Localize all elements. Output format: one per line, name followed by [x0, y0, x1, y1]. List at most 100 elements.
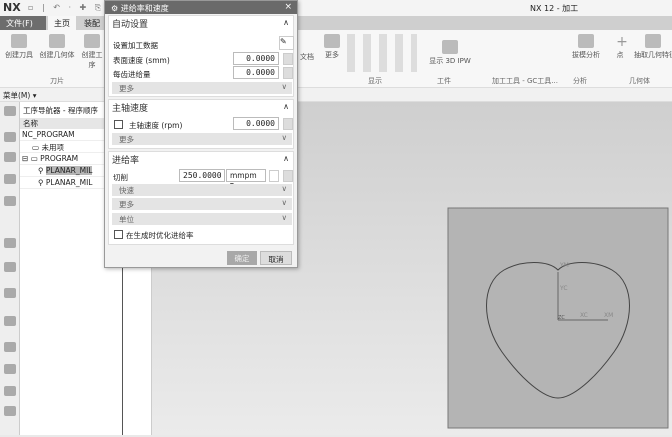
draft-analysis-button[interactable]: 拔模分析: [568, 34, 604, 60]
calculator-icon[interactable]: [283, 53, 293, 65]
dialog-title-bar[interactable]: ⚙ 进给率和速度 ×: [105, 1, 297, 14]
cut-label: 切削: [113, 173, 128, 182]
close-button[interactable]: ×: [284, 2, 292, 12]
method-view-icon[interactable]: [4, 196, 16, 206]
geometry-icon: [49, 34, 65, 48]
create-tool-button[interactable]: 创建刀具: [4, 34, 34, 60]
extract-icon: [645, 34, 661, 48]
resource-bar: [0, 102, 20, 435]
show-3d-ipw-button[interactable]: 显示 3D IPW: [415, 40, 485, 66]
machine-view-icon[interactable]: [4, 152, 16, 162]
role-icon[interactable]: [4, 386, 16, 396]
xm-label: XM: [604, 312, 613, 319]
xc-label: XC: [580, 312, 588, 319]
section-header[interactable]: 主轴速度: [112, 101, 148, 114]
optimize-feed-label: 在生成时优化进给率: [126, 231, 194, 240]
palette-icon[interactable]: [4, 316, 16, 326]
system-icon[interactable]: [4, 406, 16, 416]
chevron-down-icon: ∨: [281, 198, 288, 207]
set-data-label: 设置加工数据: [113, 41, 158, 50]
create-operation-button[interactable]: 创建工序: [80, 34, 104, 70]
label: 更多: [119, 135, 134, 144]
folder-icon: ▭: [30, 154, 38, 163]
section-header[interactable]: 自动设置: [112, 17, 148, 30]
chevron-up-icon[interactable]: ∧: [283, 18, 289, 27]
tab-home[interactable]: 主页: [48, 16, 76, 30]
label: 创建工序: [81, 51, 103, 69]
library-icon[interactable]: [4, 262, 16, 272]
surface-speed-label: 表面速度 (smm): [113, 56, 170, 65]
spindle-speed-input[interactable]: 0.0000: [233, 117, 279, 130]
collapse-icon[interactable]: ⊟: [22, 154, 28, 163]
row-label: PROGRAM: [40, 154, 79, 163]
group-workpiece: 工件: [437, 77, 451, 85]
chevron-down-icon: ∨: [281, 133, 288, 142]
settings-icon[interactable]: [4, 106, 16, 116]
geometry-view-icon[interactable]: [4, 174, 16, 184]
point-button[interactable]: + 点: [614, 34, 628, 60]
display-tools[interactable]: [347, 34, 417, 72]
units-expander[interactable]: 单位 ∨: [112, 213, 292, 225]
operation-icon: ⚲: [38, 178, 44, 187]
ribbon-tabs: 文件(F) 主页 装配: [0, 16, 672, 30]
pipette-icon[interactable]: ✎: [279, 36, 294, 50]
label: 抽取几何特征: [634, 51, 672, 59]
ym-label: YM: [559, 262, 569, 269]
more-expander[interactable]: 更多 ∨: [112, 133, 292, 145]
tab-assembly[interactable]: 装配: [78, 16, 106, 30]
yc-label: YC: [559, 285, 568, 292]
operation-icon: ⚲: [38, 166, 44, 175]
ok-button[interactable]: 确定: [227, 251, 257, 265]
chevron-down-icon: ∨: [281, 184, 288, 193]
label: 更多: [325, 51, 339, 59]
calculator-icon[interactable]: [283, 118, 293, 130]
tab-file[interactable]: 文件(F): [0, 16, 46, 30]
zc-label: ZC: [558, 315, 565, 321]
more-button[interactable]: 更多: [322, 34, 342, 60]
window-title: NX 12 - 加工: [530, 4, 579, 13]
chevron-up-icon[interactable]: ∧: [283, 102, 289, 111]
ipw-icon: [442, 40, 458, 54]
surface-speed-input[interactable]: 0.0000: [233, 52, 279, 65]
spindle-speed-label: 主轴速度 (rpm): [129, 121, 183, 130]
lock-icon[interactable]: [269, 170, 279, 182]
history-icon[interactable]: [4, 342, 16, 352]
extract-geometry-button[interactable]: 抽取几何特征: [634, 34, 672, 60]
calculator-icon[interactable]: [283, 67, 293, 79]
feed-rate-section: 进给率 ∧ 切削 250.0000 mmpm ▾ 快速 ∨ 更多 ∨ 单位 ∨ 在生成…: [108, 151, 294, 245]
label: 快速: [119, 186, 134, 195]
optimize-feed-checkbox[interactable]: [114, 230, 123, 239]
chevron-down-icon: ∨: [281, 82, 288, 91]
row-label: NC_PROGRAM: [22, 130, 75, 139]
spindle-speed-section: 主轴速度 ∧ 主轴速度 (rpm) 0.0000 更多 ∨: [108, 99, 294, 149]
label: 显示 3D IPW: [429, 57, 471, 65]
ribbon: 创建刀具 创建几何体 创建工序 文档 更多 显示 3D IPW 拔模分析 + 点 …: [0, 30, 672, 88]
section-header[interactable]: 进给率: [112, 153, 139, 166]
operation-icon: [84, 34, 100, 48]
plus-icon: +: [616, 34, 628, 50]
process-icon[interactable]: [4, 364, 16, 374]
more-expander[interactable]: 更多 ∨: [112, 198, 292, 210]
cancel-button[interactable]: 取消: [260, 251, 292, 265]
assembly-icon[interactable]: [4, 238, 16, 248]
group-analysis: 分析: [573, 77, 587, 85]
cut-feed-input[interactable]: 250.0000: [179, 169, 225, 182]
chevron-up-icon[interactable]: ∧: [283, 154, 289, 163]
program-view-icon[interactable]: [4, 132, 16, 142]
spindle-speed-checkbox[interactable]: [114, 120, 123, 129]
gear-icon: ⚙: [111, 4, 119, 13]
create-geometry-button[interactable]: 创建几何体: [38, 34, 76, 60]
feed-per-tooth-input[interactable]: 0.0000: [233, 66, 279, 79]
feed-per-tooth-label: 每齿进给量: [113, 70, 151, 79]
nx-logo: NX: [3, 1, 21, 14]
chevron-down-icon: ∨: [281, 213, 288, 222]
web-icon[interactable]: [4, 288, 16, 298]
menu-button[interactable]: 菜单(M) ▾: [3, 90, 36, 101]
more-expander[interactable]: 更多 ∨: [112, 82, 292, 94]
more-icon: [324, 34, 340, 48]
rapid-expander[interactable]: 快速 ∨: [112, 184, 292, 196]
unit-dropdown[interactable]: mmpm ▾: [226, 169, 266, 189]
calculator-icon[interactable]: [283, 170, 293, 182]
dialog-title: 进给率和速度: [120, 4, 169, 13]
label: 创建几何体: [39, 51, 75, 59]
